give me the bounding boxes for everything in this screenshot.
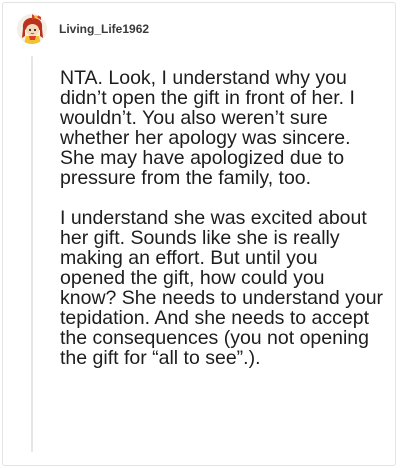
comment-paragraph: I understand she was excited about her g… bbox=[60, 207, 384, 369]
comment-header: Living_Life1962 bbox=[17, 14, 149, 44]
cartoon-character-avatar-icon[interactable] bbox=[17, 14, 47, 44]
thread-collapse-line[interactable] bbox=[31, 56, 33, 452]
username[interactable]: Living_Life1962 bbox=[59, 22, 149, 36]
comment-paragraph: NTA. Look, I understand why you didn’t o… bbox=[60, 67, 355, 189]
comment-card: Living_Life1962 NTA. Look, I understand … bbox=[0, 0, 400, 468]
comment-body: NTA. Look, I understand why you didn’t o… bbox=[60, 68, 386, 368]
